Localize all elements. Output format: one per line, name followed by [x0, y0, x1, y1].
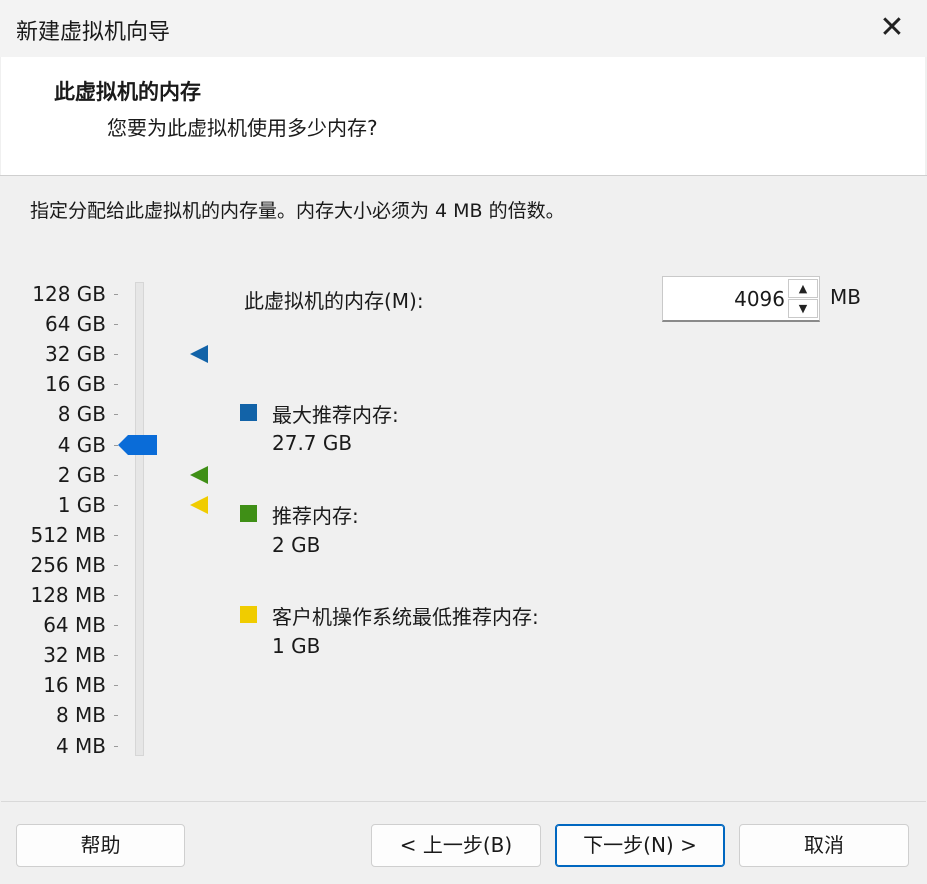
scale-label: 32 GB	[44, 342, 106, 367]
scale-label: 8 MB	[55, 703, 106, 728]
scale-label: 64 GB	[44, 312, 106, 337]
max-recommended-label: 最大推荐内存:	[272, 403, 399, 427]
scale-tick	[114, 414, 118, 416]
scale-tick	[114, 715, 118, 717]
max-recommended-swatch	[240, 404, 257, 421]
wizard-header: 此虚拟机的内存 您要为此虚拟机使用多少内存?	[1, 57, 925, 175]
scale-tick	[114, 324, 118, 326]
scale-tick	[114, 625, 118, 627]
scale-label: 4 MB	[55, 733, 106, 758]
scale-label: 512 MB	[30, 522, 106, 547]
recommended-marker	[190, 465, 208, 484]
title-bar: 新建虚拟机向导 ✕	[0, 0, 927, 57]
recommended-swatch	[240, 505, 257, 522]
scale-label: 4 GB	[57, 432, 106, 457]
memory-spinbox[interactable]: ▲ ▼	[662, 276, 820, 322]
slider-thumb[interactable]	[118, 433, 158, 457]
scale-label: 2 GB	[57, 462, 106, 487]
window-title: 新建虚拟机向导	[16, 20, 171, 45]
scale-tick	[114, 564, 118, 566]
max-recommended-value: 27.7 GB	[272, 431, 353, 455]
recommended-value: 2 GB	[272, 533, 321, 557]
scale-tick	[114, 354, 118, 356]
page-subtitle: 您要为此虚拟机使用多少内存?	[107, 116, 378, 140]
scale-label: 8 GB	[57, 402, 106, 427]
footer-divider	[1, 801, 926, 802]
decrement-button[interactable]: ▼	[788, 299, 818, 318]
scale-tick	[114, 474, 118, 476]
scale-tick	[114, 745, 118, 747]
instruction-text: 指定分配给此虚拟机的内存量。内存大小必须为 4 MB 的倍数。	[30, 200, 565, 222]
slider-track[interactable]	[135, 282, 144, 756]
scale-label: 16 GB	[44, 372, 106, 397]
memory-input[interactable]	[663, 277, 785, 321]
scale-tick	[114, 384, 118, 386]
page-title: 此虚拟机的内存	[54, 80, 201, 104]
scale-label: 128 GB	[32, 282, 106, 306]
memory-label: 此虚拟机的内存(M):	[244, 289, 424, 313]
header-divider	[0, 175, 927, 176]
scale-label: 16 MB	[43, 673, 106, 698]
scale-label: 256 MB	[30, 552, 106, 577]
memory-unit: MB	[830, 285, 861, 309]
cancel-button[interactable]: 取消	[739, 824, 909, 867]
next-button[interactable]: 下一步(N) >	[555, 824, 725, 867]
increment-button[interactable]: ▲	[788, 279, 818, 298]
close-icon[interactable]: ✕	[872, 8, 912, 48]
recommended-label: 推荐内存:	[272, 504, 359, 528]
scale-label: 1 GB	[57, 492, 106, 517]
scale-tick	[114, 685, 118, 687]
guest-minimum-label: 客户机操作系统最低推荐内存:	[272, 605, 539, 629]
guest-minimum-value: 1 GB	[272, 634, 321, 658]
guest-os-minimum-marker	[190, 495, 208, 514]
scale-tick	[114, 655, 118, 657]
scale-tick	[114, 595, 118, 596]
scale-label: 64 MB	[43, 613, 106, 638]
help-button[interactable]: 帮助	[16, 824, 185, 867]
max-recommended-marker	[190, 345, 208, 364]
scale-label: 32 MB	[43, 643, 106, 668]
back-button[interactable]: < 上一步(B)	[371, 824, 541, 867]
scale-label: 128 MB	[30, 583, 106, 607]
scale-tick	[114, 534, 118, 536]
scale-tick	[114, 504, 118, 506]
guest-minimum-swatch	[240, 606, 257, 623]
scale-tick	[114, 294, 118, 295]
